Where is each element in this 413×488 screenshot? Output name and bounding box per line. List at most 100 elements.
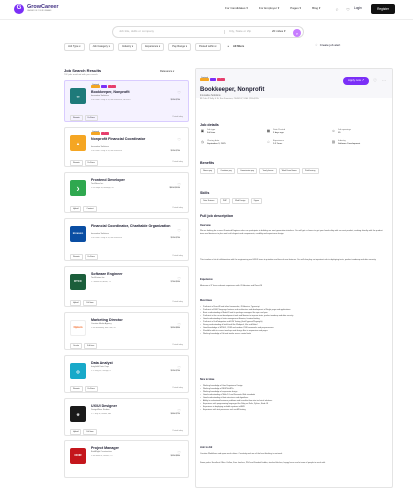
- job-location: ⌖ 88 Colin P Kelly Jr St, San Francisco: [91, 149, 122, 152]
- job-title[interactable]: Frontend Developer: [91, 178, 176, 182]
- job-card[interactable]: ◎ Data Analyst Insightful Data Corp. ⌖ 12 K…: [64, 355, 189, 393]
- briefcase-icon: ▣: [200, 129, 205, 134]
- login-link[interactable]: Login: [354, 6, 362, 10]
- detail-value: 2-3 Years: [273, 142, 283, 145]
- job-card[interactable]: NOIR Project Manager BuildRight Constructi…: [64, 440, 189, 478]
- job-card[interactable]: invesco Financial Coordinator, Charitable…: [64, 218, 189, 261]
- job-card[interactable]: Optum Marketing Director Creative Media Ag…: [64, 312, 189, 350]
- job-title[interactable]: Marketing Director: [91, 318, 176, 322]
- save-heart-icon[interactable]: ♡: [177, 228, 181, 233]
- filter-experience[interactable]: Experience ▾: [141, 43, 165, 51]
- job-card[interactable]: ∞ Featured New Urgent Bookkeeper, Nonprofit I…: [64, 80, 189, 122]
- company-logo: ❯: [70, 180, 86, 196]
- job-title[interactable]: Data Analyst: [91, 361, 176, 365]
- nice-to-have-heading: Nice to Have: [200, 378, 215, 381]
- benefit-chip: Paid leaving: [301, 168, 319, 175]
- job-card[interactable]: ▲ Featured Urgent Nonprofit Financial Coord…: [64, 127, 189, 167]
- posted-date: Posted today: [172, 161, 184, 163]
- job-tags: Remote Full time: [70, 160, 98, 166]
- posted-date: Posted today: [172, 301, 184, 303]
- save-heart-icon[interactable]: ♡: [177, 365, 181, 370]
- job-tag: Full time: [84, 386, 98, 392]
- header-icons: ♢ ♡: [334, 6, 351, 12]
- detail-closing-date: ◷ Closing date September 3, 2025: [200, 140, 226, 146]
- nav-candidates[interactable]: For Candidates ▾: [225, 6, 248, 11]
- company-logo: ▲: [70, 135, 86, 151]
- share-icon[interactable]: ⋯: [382, 78, 386, 83]
- job-tags: Hybrid Full time: [70, 429, 97, 435]
- job-card[interactable]: ✳ UX/UI Designer DesignWave Studios ⌖ 77 Ba…: [64, 398, 189, 436]
- job-title[interactable]: Software Engineer: [91, 272, 176, 276]
- badge-featured: Featured: [91, 132, 101, 135]
- job-badges: Featured Urgent: [91, 132, 109, 135]
- save-heart-icon[interactable]: ♡: [177, 450, 181, 455]
- job-title[interactable]: Nonprofit Financial Coordinator: [91, 137, 176, 141]
- bullet-item: Working knowledge of Git and similar sou…: [200, 333, 383, 336]
- brand-logo[interactable]: G GrowCareer CAREER OF YOUR DREAMS: [14, 4, 59, 14]
- job-tag: Contract: [83, 206, 97, 212]
- save-heart-icon[interactable]: ♡: [177, 137, 181, 142]
- detail-company[interactable]: Innovative Solutions: [200, 95, 221, 98]
- job-location: ⌖ 88 Colin P Kelly Jr St, San Francisco,…: [91, 98, 131, 101]
- nav-pages[interactable]: Pages ▾: [290, 6, 301, 11]
- apply-now-button[interactable]: Apply now ↗: [343, 77, 369, 85]
- job-card[interactable]: DTCC Software Engineer TechFusion Inc. ⌖ 1 …: [64, 266, 189, 307]
- job-salary: $55k-$70k: [170, 236, 180, 239]
- company-name: Innovative Solutions: [91, 233, 109, 235]
- heart-icon[interactable]: ♡: [345, 6, 351, 12]
- search-icon[interactable]: ⌕: [293, 29, 301, 37]
- filter-all[interactable]: ≡ All filters: [225, 43, 248, 51]
- job-title[interactable]: Financial Coordinator, Charitable Organi…: [91, 224, 176, 228]
- company-logo: ◎: [70, 363, 86, 379]
- create-alert-button[interactable]: ♢ Create job alert: [315, 43, 340, 48]
- detail-location: 88 Colin P Kelly Jr St, San Francisco, C…: [200, 98, 259, 100]
- save-heart-icon[interactable]: ♡: [177, 90, 181, 95]
- location-input[interactable]: City, State or Zip: [224, 29, 272, 34]
- detail-job-type: ▣ Job type Full time: [200, 129, 215, 135]
- job-salary: $55k-$70k: [170, 98, 180, 101]
- filter-pay-range[interactable]: Pay Range ▾: [168, 43, 192, 51]
- detail-experience: ☆ Experience 2-3 Years: [266, 140, 284, 146]
- results-count: 702 jobs matched with your search: [64, 73, 98, 76]
- company-logo: ✳: [70, 406, 86, 422]
- benefits-heading: Benefits: [200, 161, 215, 165]
- job-tag: Full time: [84, 160, 98, 166]
- skills-list: Data Science PHP Web Design Figma: [200, 198, 385, 205]
- company-name: Insightful Data Corp.: [91, 366, 110, 368]
- nav-employer[interactable]: For Employer ▾: [259, 6, 279, 11]
- benefit-chip: Bonus pay: [200, 168, 216, 175]
- badge-urgent: Urgent: [101, 132, 109, 135]
- posted-date: Posted today: [172, 430, 184, 432]
- keyword-input[interactable]: Job title, skills or company: [119, 29, 224, 34]
- job-title[interactable]: Project Manager: [91, 446, 176, 450]
- filter-job-type[interactable]: Job Type ▾: [64, 43, 85, 51]
- job-location: ⌖ 245 Hope St, Brooklyn, NY: [91, 186, 114, 189]
- bullet-item: Experience with test processes such as A…: [200, 409, 383, 412]
- filter-posted-within[interactable]: Posted within ▾: [195, 43, 221, 51]
- filter-job-category[interactable]: Job Category ▾: [88, 43, 114, 51]
- job-title[interactable]: Bookkeeper, Nonprofit: [91, 90, 176, 94]
- job-card[interactable]: ❯ Frontend Developer TechNova Inc. ⌖ 245 Ho…: [64, 172, 189, 213]
- bell-alert-icon: ♢: [315, 43, 318, 47]
- company-name: Creative Media Agency: [91, 323, 112, 325]
- save-heart-icon[interactable]: ♡: [373, 78, 377, 84]
- company-name: TechNova Inc.: [91, 183, 104, 185]
- save-heart-icon[interactable]: ♡: [177, 322, 181, 327]
- nav-blog[interactable]: Blog ▾: [312, 6, 320, 11]
- filter-industry[interactable]: Industry ▾: [117, 43, 138, 51]
- bell-icon[interactable]: ♢: [334, 6, 340, 12]
- star-icon: ☆: [266, 140, 271, 145]
- detail-date-posted: ▦ Date Posted 3 days ago: [266, 129, 285, 135]
- job-tag: Full time: [83, 429, 97, 435]
- save-heart-icon[interactable]: ♡: [177, 408, 181, 413]
- job-tags: Remote Full time: [70, 254, 98, 260]
- badge-urgent: Urgent: [217, 78, 225, 81]
- sort-select[interactable]: Relevance ▾: [160, 70, 174, 73]
- save-heart-icon[interactable]: ♡: [177, 182, 181, 187]
- building-icon: ▥: [331, 140, 336, 145]
- save-heart-icon[interactable]: ♡: [177, 276, 181, 281]
- join-heading: Join to Aid: [200, 446, 213, 449]
- job-details-heading: Job details: [200, 123, 219, 127]
- job-title[interactable]: UX/UI Designer: [91, 404, 176, 408]
- register-button[interactable]: Register: [371, 4, 395, 14]
